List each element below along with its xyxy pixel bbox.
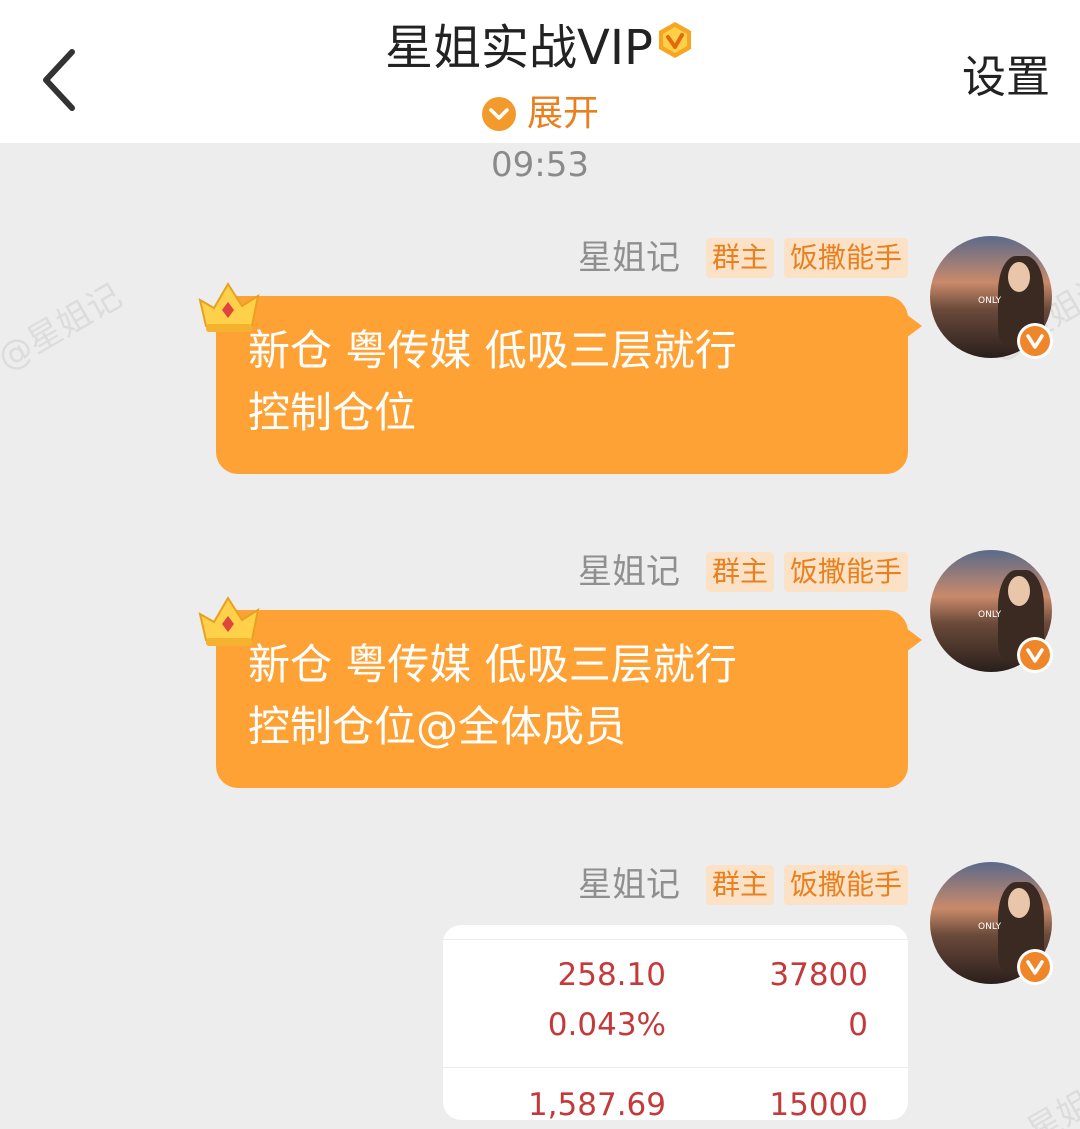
amount-value: 1,587.69 [527, 1087, 666, 1120]
avatar-sign-text: ONLY [978, 922, 1002, 932]
verified-badge-icon [1017, 637, 1053, 673]
avatar-sign-text: ONLY [978, 296, 1002, 306]
expand-toggle[interactable]: 展开 [0, 92, 1080, 136]
sender-name[interactable]: 星姐记 [578, 236, 680, 280]
crown-icon [198, 596, 260, 646]
volume-value: 15000 [769, 1087, 868, 1120]
count-value: 0 [848, 1007, 868, 1043]
owner-tag: 群主 [705, 865, 774, 905]
sender-row: 星姐记 群主 饭撒能手 [578, 550, 908, 594]
message-bubble[interactable]: 新仓 粤传媒 低吸三层就行 控制仓位@全体成员 [198, 596, 922, 788]
sender-row: 星姐记 群主 饭撒能手 [578, 863, 908, 907]
settings-button[interactable]: 设置 [962, 50, 1050, 106]
avatar[interactable]: ONLY [930, 550, 1053, 673]
owner-tag: 群主 [705, 238, 774, 278]
divider [443, 1067, 908, 1068]
message-text-line: 新仓 粤传媒 低吸三层就行 [248, 326, 737, 375]
message-text-line: 控制仓位@全体成员 [248, 702, 627, 751]
title-tag: 饭撒能手 [783, 865, 908, 905]
watermark: @星姐记 [0, 276, 129, 379]
volume-value: 37800 [769, 957, 868, 993]
expand-label: 展开 [526, 93, 599, 134]
vip-badge-icon [658, 22, 691, 58]
message-text-line: 新仓 粤传媒 低吸三层就行 [248, 640, 737, 689]
crown-icon [198, 282, 260, 332]
watermark: @星姐记 [990, 1066, 1080, 1129]
message-bubble[interactable]: 新仓 粤传媒 低吸三层就行 控制仓位 [198, 282, 922, 474]
sender-name[interactable]: 星姐记 [578, 863, 680, 907]
avatar[interactable]: ONLY [930, 862, 1053, 985]
price-value: 258.10 [557, 957, 666, 993]
chat-header: 星姐实战VIP 展开 设置 [0, 0, 1080, 143]
avatar[interactable]: ONLY [930, 236, 1053, 359]
title-tag: 饭撒能手 [783, 238, 908, 278]
message-timestamp: 09:53 [491, 145, 589, 185]
verified-badge-icon [1017, 323, 1053, 359]
group-title-text: 星姐实战VIP [385, 20, 653, 76]
chat-screen: @星姐记 @星姐记 @星姐记 星姐实战VIP 展开 [0, 0, 1080, 1129]
group-title: 星姐实战VIP [0, 18, 1080, 78]
avatar-sign-text: ONLY [978, 610, 1002, 620]
sender-name[interactable]: 星姐记 [578, 550, 680, 594]
divider [443, 939, 908, 940]
sender-row: 星姐记 群主 饭撒能手 [578, 236, 908, 280]
message-text-line: 控制仓位 [248, 388, 417, 437]
verified-badge-icon [1017, 949, 1053, 985]
chevron-down-circle-icon [481, 97, 516, 131]
change-value: 0.043% [547, 1007, 666, 1043]
owner-tag: 群主 [705, 552, 774, 592]
title-tag: 饭撒能手 [783, 552, 908, 592]
image-message[interactable]: 258.10 37800 0.043% 0 1,587.69 15000 [443, 925, 908, 1120]
